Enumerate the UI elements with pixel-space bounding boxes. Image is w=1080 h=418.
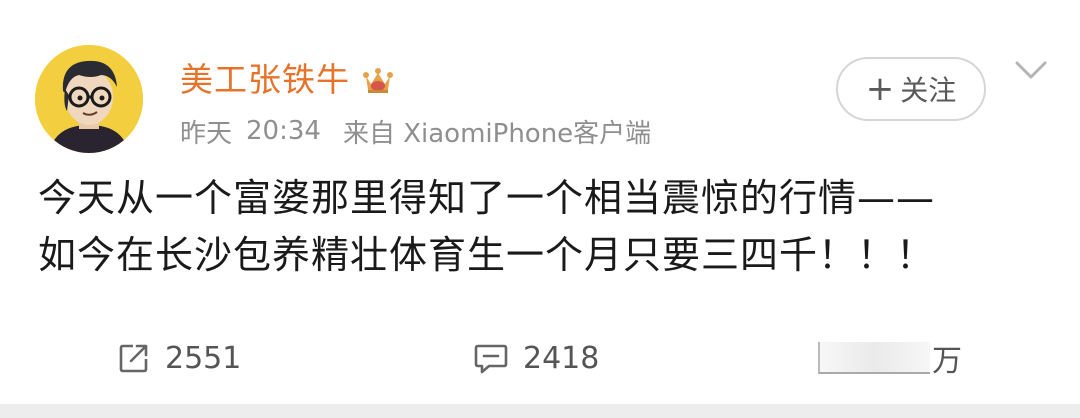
- author-name[interactable]: 美工张铁牛: [180, 58, 350, 102]
- like-count-suffix: 万: [932, 344, 962, 379]
- author-avatar[interactable]: [35, 45, 143, 153]
- like-button[interactable]: 万: [818, 330, 962, 386]
- cartoon-man-glasses-avatar-icon: [35, 45, 143, 153]
- post-content: 今天从一个富婆那里得知了一个相当震惊的行情—— 如今在长沙包养精壮体育生一个月只…: [38, 170, 1048, 284]
- repost-button[interactable]: 2551: [117, 330, 241, 386]
- post-content-line: 如今在长沙包养精壮体育生一个月只要三四千！！！: [38, 233, 936, 277]
- repost-count: 2551: [165, 340, 242, 376]
- follow-button[interactable]: + 关注: [836, 57, 986, 121]
- post-actions-bar: 2551 2418 万: [0, 330, 1080, 386]
- post-time: 20:34: [246, 116, 321, 146]
- plus-icon: +: [865, 69, 895, 109]
- author-row: 美工张铁牛: [180, 58, 396, 102]
- comment-count: 2418: [523, 340, 600, 376]
- repost-icon: [119, 344, 148, 373]
- redacted-like-count: [818, 342, 930, 374]
- comment-button[interactable]: 2418: [473, 330, 599, 386]
- post-day: 昨天: [180, 118, 233, 149]
- post-source: 来自 XiaomiPhone客户端: [342, 118, 652, 149]
- post-meta: 昨天 20:34 来自 XiaomiPhone客户端: [180, 113, 651, 149]
- follow-label: 关注: [900, 74, 957, 107]
- weibo-post-card: 美工张铁牛 昨天 20:34 来自 XiaomiPhone客户端 + 关注 今天…: [0, 0, 1080, 404]
- post-content-line: 今天从一个富婆那里得知了一个相当震惊的行情——: [38, 176, 936, 220]
- comment-icon: [474, 344, 508, 374]
- vip-crown-icon: [363, 68, 393, 93]
- chevron-down-icon[interactable]: [1013, 58, 1049, 82]
